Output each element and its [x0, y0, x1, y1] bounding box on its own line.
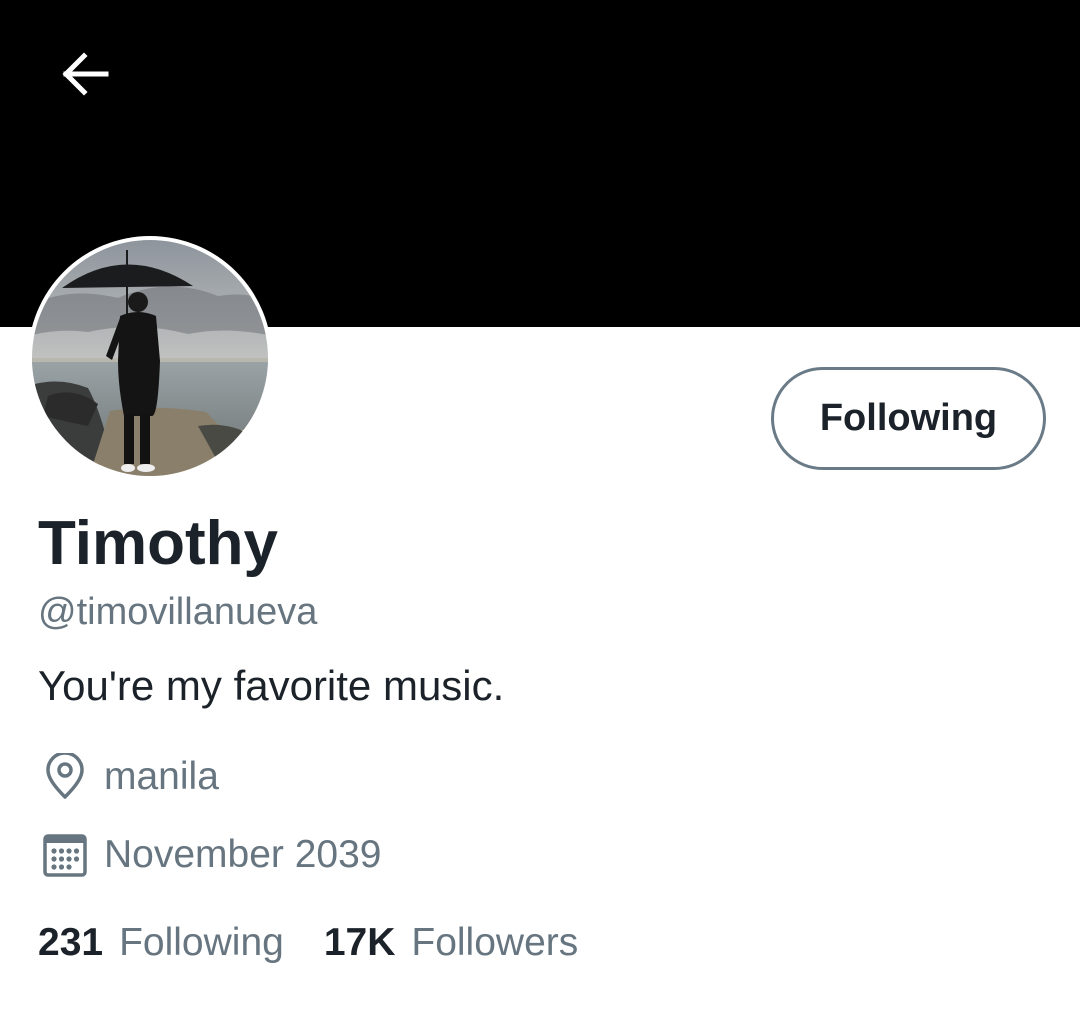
location-text: manila: [104, 755, 219, 798]
following-button[interactable]: Following: [771, 367, 1046, 470]
calendar-icon: [40, 830, 90, 880]
avatar-photo: [32, 240, 268, 476]
joined-date-row: November 2039: [40, 830, 382, 880]
profile-page: Following Timothy @timovillanueva You're…: [0, 0, 1080, 1012]
back-button[interactable]: [48, 38, 120, 110]
following-count: 231: [38, 921, 104, 964]
joined-date-text: November 2039: [104, 833, 382, 876]
avatar[interactable]: [28, 236, 272, 480]
followers-count: 17K: [323, 921, 396, 964]
following-label: Following: [119, 921, 284, 964]
followers-stat-link[interactable]: 17K Followers: [324, 918, 578, 968]
follow-stats: 231 Following 17K Followers: [38, 918, 578, 968]
display-name: Timothy: [38, 509, 278, 578]
location-row: manila: [40, 752, 219, 802]
following-stat-link[interactable]: 231 Following: [38, 918, 284, 968]
user-bio: You're my favorite music.: [38, 662, 505, 709]
user-handle: @timovillanueva: [38, 591, 318, 633]
arrow-left-icon: [62, 52, 109, 96]
followers-label: Followers: [411, 921, 579, 964]
location-pin-icon: [40, 752, 90, 802]
